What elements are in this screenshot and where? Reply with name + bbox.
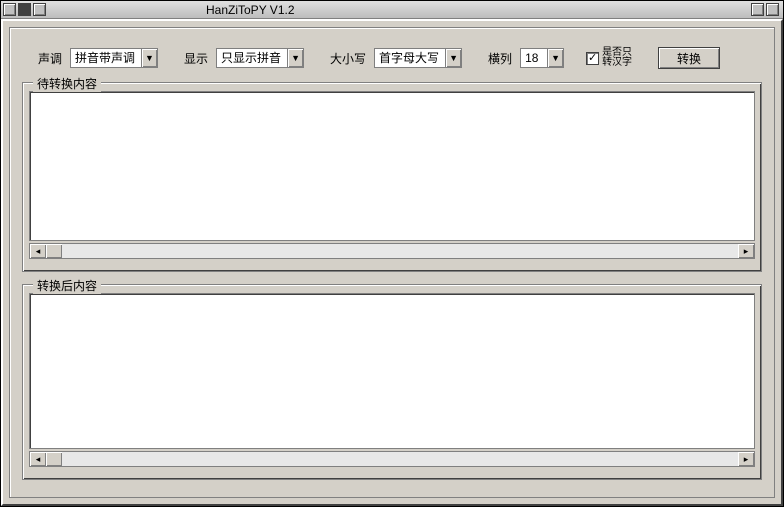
display-combo-value: 只显示拼音 bbox=[221, 49, 287, 67]
tone-combo-value: 拼音带声调 bbox=[75, 49, 141, 67]
display-combo[interactable]: 只显示拼音 ▼ bbox=[216, 48, 304, 68]
case-combo-value: 首字母大写 bbox=[379, 49, 445, 67]
client-area: 声调 拼音带声调 ▼ 显示 只显示拼音 ▼ 大小写 首字母大写 ▼ 横列 18 bbox=[1, 19, 783, 506]
chevron-down-icon: ▼ bbox=[141, 49, 157, 67]
output-group-legend: 转换后内容 bbox=[33, 277, 101, 294]
case-combo[interactable]: 首字母大写 ▼ bbox=[374, 48, 462, 68]
scroll-left-icon[interactable]: ◂ bbox=[30, 452, 46, 466]
toolbar: 声调 拼音带声调 ▼ 显示 只显示拼音 ▼ 大小写 首字母大写 ▼ 横列 18 bbox=[38, 44, 762, 72]
convert-button-label: 转换 bbox=[677, 50, 701, 67]
tone-combo[interactable]: 拼音带声调 ▼ bbox=[70, 48, 158, 68]
checkbox-icon: ✓ bbox=[586, 52, 599, 65]
chevron-down-icon: ▼ bbox=[287, 49, 303, 67]
scroll-right-icon[interactable]: ▸ bbox=[738, 244, 754, 258]
display-label: 显示 bbox=[184, 50, 208, 67]
scroll-thumb[interactable] bbox=[46, 244, 62, 258]
output-group: 转换后内容 ◂ ▸ bbox=[22, 284, 762, 480]
input-textarea[interactable] bbox=[29, 91, 755, 241]
cols-label: 横列 bbox=[488, 50, 512, 67]
inner-panel: 声调 拼音带声调 ▼ 显示 只显示拼音 ▼ 大小写 首字母大写 ▼ 横列 18 bbox=[9, 27, 775, 498]
tone-label: 声调 bbox=[38, 50, 62, 67]
window-aux-button[interactable] bbox=[33, 3, 46, 16]
window-minimize-button[interactable] bbox=[751, 3, 764, 16]
only-hanzi-label: 是否只 转汉字 bbox=[602, 48, 632, 68]
window-restore-button[interactable] bbox=[18, 3, 31, 16]
titlebar: HanZiToPY V1.2 bbox=[1, 1, 783, 19]
window-close-button[interactable] bbox=[766, 3, 779, 16]
scroll-right-icon[interactable]: ▸ bbox=[738, 452, 754, 466]
window-controls bbox=[3, 3, 48, 16]
convert-button[interactable]: 转换 bbox=[658, 47, 720, 69]
case-label: 大小写 bbox=[330, 50, 366, 67]
chevron-down-icon: ▼ bbox=[445, 49, 461, 67]
app-window: HanZiToPY V1.2 声调 拼音带声调 ▼ 显示 只显示拼音 ▼ 大小写… bbox=[0, 0, 784, 507]
input-group: 待转换内容 ◂ ▸ bbox=[22, 82, 762, 272]
window-title: HanZiToPY V1.2 bbox=[206, 3, 295, 17]
cols-combo-value: 18 bbox=[525, 49, 547, 67]
window-menu-button[interactable] bbox=[3, 3, 16, 16]
scroll-track bbox=[62, 244, 738, 258]
scroll-thumb[interactable] bbox=[46, 452, 62, 466]
chevron-down-icon: ▼ bbox=[547, 49, 563, 67]
scroll-left-icon[interactable]: ◂ bbox=[30, 244, 46, 258]
input-hscrollbar[interactable]: ◂ ▸ bbox=[29, 243, 755, 259]
cols-combo[interactable]: 18 ▼ bbox=[520, 48, 564, 68]
scroll-track bbox=[62, 452, 738, 466]
output-textarea[interactable] bbox=[29, 293, 755, 449]
input-group-legend: 待转换内容 bbox=[33, 75, 101, 92]
output-hscrollbar[interactable]: ◂ ▸ bbox=[29, 451, 755, 467]
only-hanzi-checkbox[interactable]: ✓ 是否只 转汉字 bbox=[586, 48, 632, 68]
